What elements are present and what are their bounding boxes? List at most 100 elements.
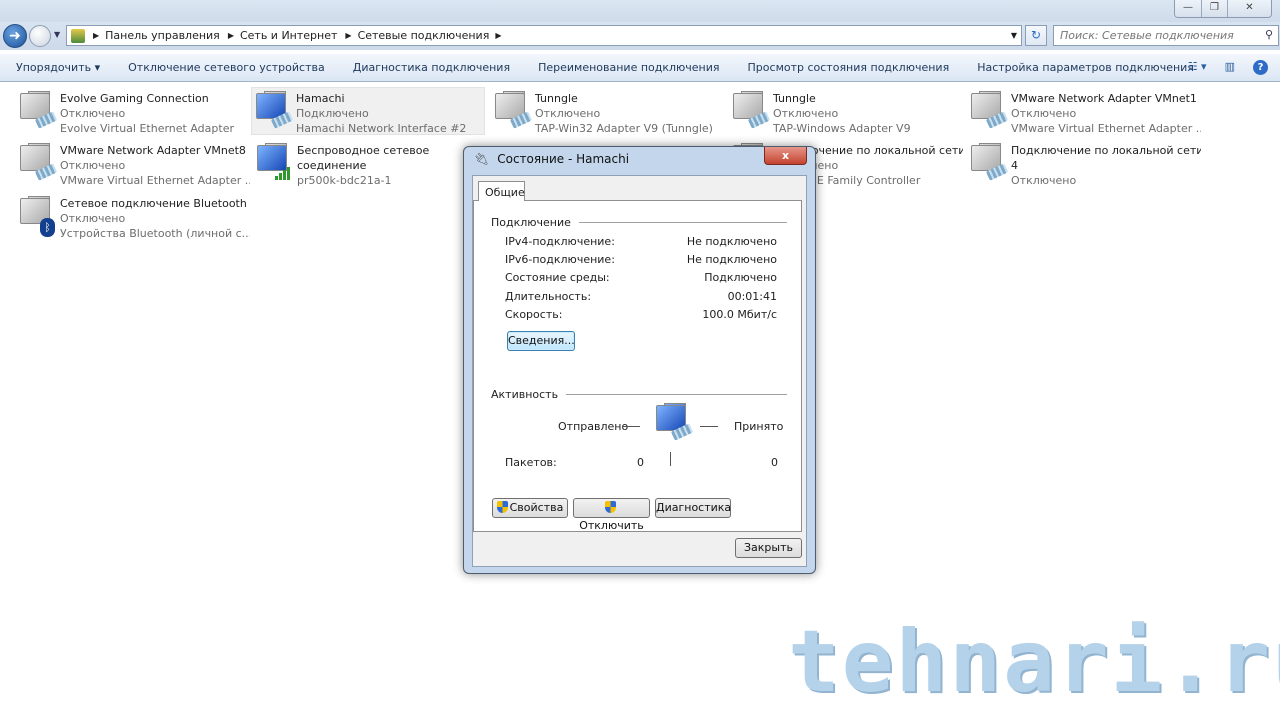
change-settings-button[interactable]: Настройка параметров подключения xyxy=(963,61,1208,74)
close-dialog-button[interactable]: Закрыть xyxy=(735,538,802,558)
packets-received-value: 0 xyxy=(771,456,778,469)
connection-group-label: Подключение xyxy=(491,216,571,229)
rename-button[interactable]: Переименование подключения xyxy=(524,61,733,74)
properties-label: Свойства xyxy=(509,501,564,514)
connection-item[interactable]: Evolve Gaming Connection Отключено Evolve … xyxy=(16,88,250,136)
connection-device: Evolve Virtual Ethernet Adapter xyxy=(60,122,234,135)
status-dialog: 🔌︎ Состояние - Hamachi x Общие Подключени… xyxy=(463,146,816,574)
properties-button[interactable]: Свойства xyxy=(492,498,568,518)
network-adapter-icon xyxy=(967,143,1011,187)
disable-device-button[interactable]: Отключение сетевого устройства xyxy=(114,61,339,74)
connection-item[interactable]: Tunngle Отключено TAP-Windows Adapter V9 xyxy=(729,88,963,136)
packets-sent-value: 0 xyxy=(637,456,644,469)
media-state-row: Состояние среды: Подключено xyxy=(505,271,777,284)
view-options-icon[interactable]: ☷ ▾ xyxy=(1188,60,1207,75)
tab-general[interactable]: Общие xyxy=(478,181,525,201)
back-button[interactable]: ➜ xyxy=(3,24,27,48)
connection-name: VMware Network Adapter VMnet8 xyxy=(60,144,246,157)
network-activity-icon xyxy=(652,403,694,443)
network-adapter-connected-icon xyxy=(252,91,296,135)
view-status-button[interactable]: Просмотр состояния подключения xyxy=(734,61,964,74)
connection-item-selected[interactable]: Hamachi Подключено Hamachi Network Interfa… xyxy=(251,87,485,135)
connection-item[interactable]: VMware Network Adapter VMnet8 Отключено VM… xyxy=(16,140,250,188)
row-label: Состояние среды: xyxy=(505,271,610,284)
network-adapter-icon xyxy=(16,91,60,135)
disable-label: Отключить xyxy=(579,519,644,532)
connection-status: Отключено xyxy=(60,159,126,172)
details-button[interactable]: Сведения... xyxy=(507,331,575,351)
refresh-button[interactable]: ↻ xyxy=(1025,25,1047,46)
connection-status: Отключено xyxy=(535,107,601,120)
connection-status: Отключено xyxy=(1011,107,1077,120)
connection-name: Беспроводное сетевое xyxy=(297,144,430,157)
connection-item[interactable]: ᛒ Сетевое подключение Bluetooth Отключено… xyxy=(16,193,250,241)
minimize-button[interactable]: — xyxy=(1175,0,1201,17)
network-adapter-icon xyxy=(967,91,1011,135)
dialog-close-button[interactable]: x xyxy=(764,147,807,165)
chevron-right-icon: ▶ xyxy=(227,31,234,40)
connection-name-cont: 4 xyxy=(1011,159,1018,172)
window-controls: — ❐ ✕ xyxy=(1174,0,1272,18)
divider xyxy=(566,394,787,395)
connection-device: TAP-Win32 Adapter V9 (Tunngle) xyxy=(535,122,713,135)
search-icon[interactable]: ⚲ xyxy=(1265,28,1273,41)
network-adapter-icon xyxy=(16,143,60,187)
connection-device: VMware Virtual Ethernet Adapter ... xyxy=(1011,122,1201,135)
row-label: Длительность: xyxy=(505,290,592,303)
connection-status: Отключено xyxy=(60,212,126,225)
diagnose-button[interactable]: Диагностика подключения xyxy=(339,61,524,74)
address-dropdown-icon[interactable]: ▼ xyxy=(1011,31,1017,40)
connection-name: VMware Network Adapter VMnet1 xyxy=(1011,92,1197,105)
connection-item[interactable]: Подключение по локальной сети 4 Отключено xyxy=(967,140,1201,188)
row-value: Подключено xyxy=(704,271,777,284)
network-adapter-icon xyxy=(729,91,773,135)
chevron-right-icon: ▶ xyxy=(345,31,352,40)
row-label: IPv4-подключение: xyxy=(505,235,615,248)
divider xyxy=(622,426,640,427)
network-adapter-icon xyxy=(491,91,535,135)
search-input[interactable]: Поиск: Сетевые подключения ⚲ xyxy=(1053,25,1279,46)
breadcrumb-connections[interactable]: Сетевые подключения xyxy=(358,29,490,42)
row-value: 00:01:41 xyxy=(727,290,777,303)
dialog-title: Состояние - Hamachi xyxy=(497,152,630,166)
preview-pane-icon[interactable]: ▥ xyxy=(1225,60,1235,75)
forward-button[interactable] xyxy=(29,25,51,47)
address-bar[interactable]: ▶ Панель управления ▶ Сеть и Интернет ▶ Сет… xyxy=(66,25,1022,46)
connection-name: Tunngle xyxy=(773,92,816,105)
connection-item[interactable]: VMware Network Adapter VMnet1 Отключено VM… xyxy=(967,88,1201,136)
help-icon[interactable]: ? xyxy=(1253,60,1268,75)
received-label: Принято xyxy=(734,420,784,433)
general-panel: Подключение IPv4-подключение: Не подключе… xyxy=(473,200,802,532)
connection-status: Отключено xyxy=(773,107,839,120)
organize-button[interactable]: Упорядочить ▾ xyxy=(0,61,114,74)
breadcrumb-network[interactable]: Сеть и Интернет xyxy=(240,29,337,42)
disable-button[interactable]: Отключить xyxy=(573,498,650,532)
breadcrumb-control-panel[interactable]: Панель управления xyxy=(105,29,220,42)
row-label: Скорость: xyxy=(505,308,563,321)
signal-bars-icon xyxy=(275,167,290,180)
connection-name: Hamachi xyxy=(296,92,345,105)
connection-device: TAP-Windows Adapter V9 xyxy=(773,122,911,135)
connection-name-cont: соединение xyxy=(297,159,367,172)
connection-name: Подключение по локальной сети xyxy=(1011,144,1201,157)
maximize-button[interactable]: ❐ xyxy=(1201,0,1227,17)
arrow-left-icon: ➜ xyxy=(9,28,21,44)
sent-label: Отправлено xyxy=(558,420,629,433)
bluetooth-icon: ᛒ xyxy=(40,218,55,237)
connection-device: pr500k-bdc21a-1 xyxy=(297,174,392,187)
chevron-right-icon[interactable]: ▶ xyxy=(495,31,501,40)
divider xyxy=(670,452,671,466)
uac-shield-icon xyxy=(496,501,508,513)
history-dropdown-icon[interactable]: ▼ xyxy=(54,30,60,39)
connection-item[interactable]: Tunngle Отключено TAP-Win32 Adapter V9 (Tu… xyxy=(491,88,725,136)
connection-item[interactable]: Беспроводное сетевое соединение pr500k-bdc… xyxy=(253,140,487,188)
connection-name: Сетевое подключение Bluetooth xyxy=(60,197,247,210)
connection-device: Hamachi Network Interface #2 xyxy=(296,122,467,134)
diagnose-dialog-button[interactable]: Диагностика xyxy=(655,498,731,518)
row-label: IPv6-подключение: xyxy=(505,253,615,266)
ipv4-row: IPv4-подключение: Не подключено xyxy=(505,235,777,248)
uac-shield-icon xyxy=(605,501,616,513)
activity-group-label: Активность xyxy=(491,388,559,401)
control-panel-icon xyxy=(71,28,85,43)
close-button[interactable]: ✕ xyxy=(1227,0,1271,17)
